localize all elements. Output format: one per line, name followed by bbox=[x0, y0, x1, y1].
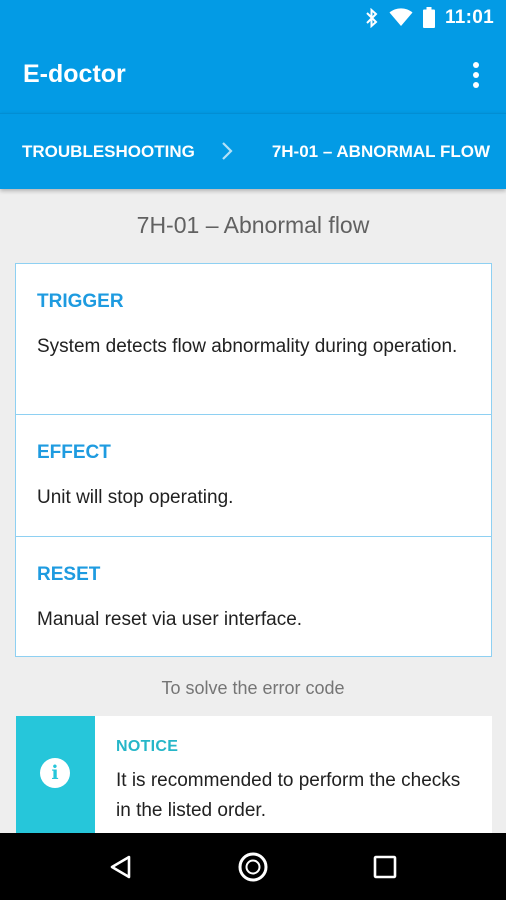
breadcrumb: TROUBLESHOOTING 7H-01 – ABNORMAL FLOW bbox=[0, 113, 506, 189]
section-heading: EFFECT bbox=[37, 442, 111, 463]
chevron-right-icon bbox=[221, 141, 233, 166]
notice-heading: NOTICE bbox=[116, 738, 179, 755]
recents-icon[interactable] bbox=[360, 842, 410, 892]
notice-stripe: i bbox=[16, 716, 95, 833]
info-icon: i bbox=[40, 758, 70, 788]
back-icon[interactable] bbox=[96, 842, 146, 892]
app-title: E-doctor bbox=[23, 59, 126, 88]
navigation-bar bbox=[0, 833, 506, 900]
section-trigger: TRIGGER System detects flow abnormality … bbox=[16, 264, 491, 415]
bluetooth-icon bbox=[365, 7, 379, 28]
section-heading: RESET bbox=[37, 564, 101, 585]
status-bar: 11:01 bbox=[0, 0, 506, 35]
notice-body: It is recommended to perform the checks … bbox=[116, 770, 461, 821]
status-time: 11:01 bbox=[444, 6, 494, 28]
section-body: Unit will stop operating. bbox=[37, 487, 234, 508]
section-body: Manual reset via user interface. bbox=[37, 609, 303, 630]
breadcrumb-item-troubleshooting[interactable]: TROUBLESHOOTING bbox=[22, 142, 195, 162]
section-heading: TRIGGER bbox=[37, 291, 124, 312]
error-details-card: TRIGGER System detects flow abnormality … bbox=[15, 263, 492, 657]
breadcrumb-item-current[interactable]: 7H-01 – ABNORMAL FLOW bbox=[272, 142, 490, 162]
page-title: 7H-01 – Abnormal flow bbox=[136, 212, 370, 238]
home-icon[interactable] bbox=[228, 842, 278, 892]
section-effect: EFFECT Unit will stop operating. bbox=[16, 415, 491, 537]
more-vert-icon[interactable] bbox=[464, 60, 488, 90]
solve-label: To solve the error code bbox=[161, 678, 345, 698]
battery-icon bbox=[422, 7, 435, 28]
wifi-icon bbox=[389, 8, 413, 27]
app-bar: E-doctor bbox=[0, 35, 506, 113]
section-body: System detects flow abnormality during o… bbox=[37, 336, 458, 357]
notice-card: i NOTICE It is recommended to perform th… bbox=[16, 716, 492, 833]
section-reset: RESET Manual reset via user interface. bbox=[16, 537, 491, 657]
